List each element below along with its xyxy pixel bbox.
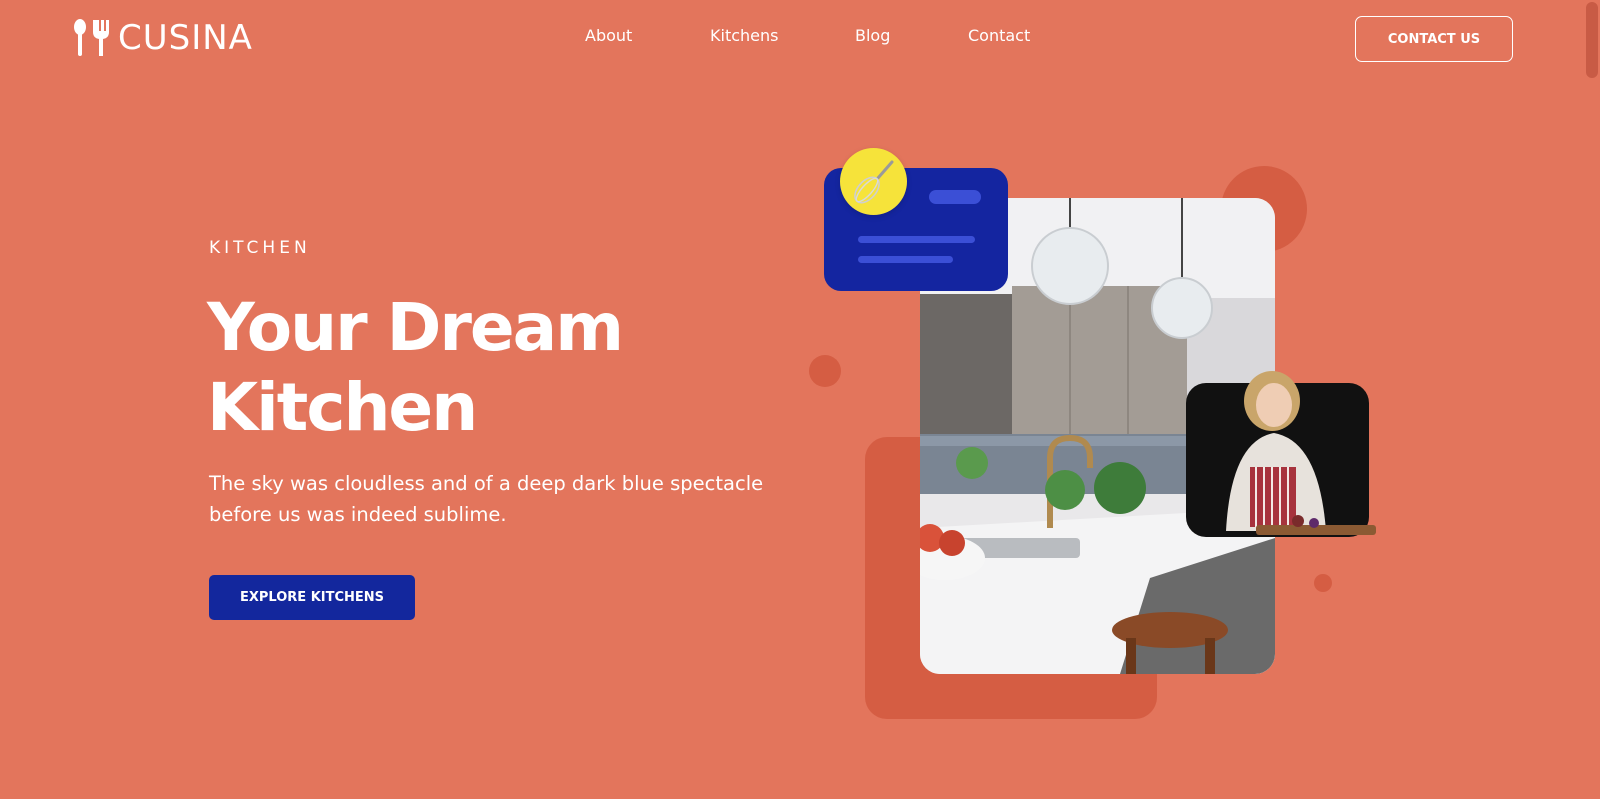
nav-item-kitchens[interactable]: Kitchens bbox=[710, 26, 778, 45]
scrollbar-thumb[interactable] bbox=[1586, 2, 1598, 78]
headline-line-2: Kitchen bbox=[207, 369, 478, 446]
decorative-dot bbox=[809, 355, 841, 387]
hero-headline: Your Dream Kitchen bbox=[207, 288, 727, 448]
whisk-icon bbox=[840, 148, 907, 215]
headline-line-1: Your Dream bbox=[207, 289, 624, 366]
explore-kitchens-button[interactable]: EXPLORE KITCHENS bbox=[209, 575, 415, 620]
nav-item-contact[interactable]: Contact bbox=[968, 26, 1030, 45]
hero-subtitle: The sky was cloudless and of a deep dark… bbox=[209, 472, 764, 526]
page-scrollbar[interactable] bbox=[1584, 0, 1600, 799]
hero-eyebrow: KITCHEN bbox=[209, 238, 311, 258]
contact-us-button[interactable]: CONTACT US bbox=[1355, 16, 1513, 62]
card-pill bbox=[929, 190, 981, 204]
card-line bbox=[858, 256, 953, 263]
decorative-dot-small bbox=[1314, 574, 1332, 592]
woman-chef-icon bbox=[1186, 371, 1378, 537]
nav-item-about[interactable]: About bbox=[585, 26, 632, 45]
nav-item-blog[interactable]: Blog bbox=[855, 26, 890, 45]
card-line bbox=[858, 236, 975, 243]
